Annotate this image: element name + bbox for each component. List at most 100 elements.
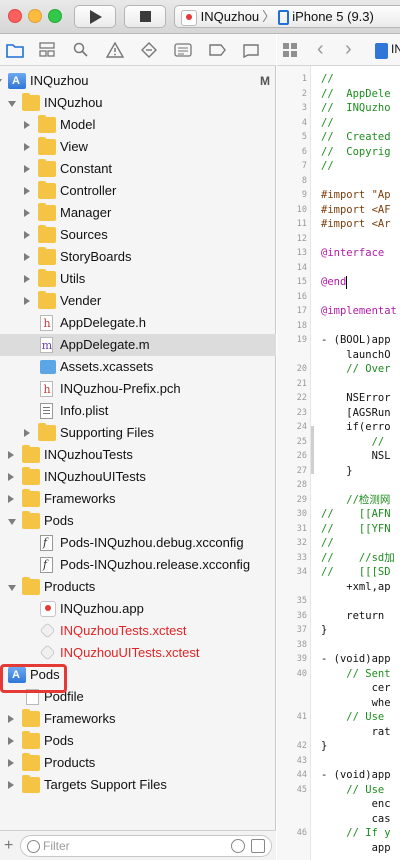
code-line[interactable]: 14 — [277, 261, 400, 275]
tree-item-info-plist[interactable]: Info.plist — [0, 400, 276, 422]
code-line[interactable]: 42} — [277, 739, 400, 753]
debug-gauge-icon[interactable] — [174, 42, 192, 58]
code-line[interactable]: 32 // — [277, 536, 400, 550]
code-line[interactable]: 4 // — [277, 116, 400, 130]
code-line[interactable]: cer — [277, 681, 400, 695]
code-line[interactable]: 12 — [277, 232, 400, 246]
tree-item-supporting-files[interactable]: Supporting Files — [0, 422, 276, 444]
code-line[interactable]: 21 — [277, 377, 400, 391]
tree-item-manager[interactable]: Manager — [0, 202, 276, 224]
device-name[interactable]: iPhone 5 (9.3) — [292, 9, 374, 24]
tree-item-controller[interactable]: Controller — [0, 180, 276, 202]
scheme-name[interactable]: INQuzhou — [201, 9, 260, 24]
code-line[interactable]: 8 — [277, 174, 400, 188]
tree-item-view[interactable]: View — [0, 136, 276, 158]
code-line[interactable]: 23 [AGSRun — [277, 406, 400, 420]
code-line[interactable]: 18 — [277, 319, 400, 333]
code-line[interactable]: 7 // — [277, 159, 400, 173]
code-line[interactable]: 16 — [277, 290, 400, 304]
tree-item-constant[interactable]: Constant — [0, 158, 276, 180]
code-line[interactable]: 13 @interface — [277, 246, 400, 260]
code-line[interactable]: 29 //检测网 — [277, 493, 400, 507]
disclosure-triangle-icon[interactable] — [8, 737, 14, 745]
code-line[interactable]: 11 #import <Ar — [277, 217, 400, 231]
code-line[interactable]: enc — [277, 797, 400, 811]
code-line[interactable]: whe — [277, 696, 400, 710]
disclosure-triangle-icon[interactable] — [24, 187, 30, 195]
report-icon[interactable] — [242, 42, 260, 59]
code-line[interactable]: 30 // [[AFN — [277, 507, 400, 521]
code-line[interactable]: 35 — [277, 594, 400, 608]
code-line[interactable]: 9 #import "Ap — [277, 188, 400, 202]
disclosure-triangle-icon[interactable] — [24, 143, 30, 151]
tree-item-uitests-xctest[interactable]: INQuzhouUITests.xctest — [0, 642, 276, 664]
search-icon[interactable] — [72, 42, 90, 58]
zoom-window-button[interactable] — [48, 9, 62, 23]
tree-item-targets-support-files[interactable]: Targets Support Files — [0, 774, 276, 796]
disclosure-triangle-icon[interactable] — [8, 759, 14, 767]
disclosure-triangle-icon[interactable] — [8, 495, 14, 503]
code-line[interactable]: 37} — [277, 623, 400, 637]
tree-item-inquzhoutests[interactable]: INQuzhouTests — [0, 444, 276, 466]
tree-item-pods-group[interactable]: Pods — [0, 510, 276, 532]
code-line[interactable]: launchO — [277, 348, 400, 362]
tree-item-pods-frameworks[interactable]: Frameworks — [0, 708, 276, 730]
related-items-icon[interactable] — [283, 43, 297, 57]
folder-icon[interactable] — [6, 42, 24, 58]
disclosure-triangle-icon[interactable] — [24, 275, 30, 283]
code-line[interactable]: 46 // If y — [277, 826, 400, 840]
disclosure-triangle-icon[interactable] — [8, 585, 16, 591]
code-line[interactable]: 15 @end — [277, 275, 400, 289]
jump-bar-path[interactable]: IN — [391, 42, 400, 56]
code-line[interactable]: 1 // — [277, 72, 400, 86]
minimize-window-button[interactable] — [28, 9, 42, 23]
tree-item-utils[interactable]: Utils — [0, 268, 276, 290]
disclosure-triangle-icon[interactable] — [8, 781, 14, 789]
code-line[interactable]: 24 if(erro — [277, 420, 400, 434]
disclosure-triangle-icon[interactable] — [24, 165, 30, 173]
disclosure-triangle-icon[interactable] — [24, 429, 30, 437]
code-line[interactable]: 33 // //sd加 — [277, 551, 400, 565]
code-line[interactable]: 5 // Created — [277, 130, 400, 144]
stop-button[interactable] — [124, 5, 166, 28]
code-line[interactable]: 2 // AppDele — [277, 87, 400, 101]
tree-item-model[interactable]: Model — [0, 114, 276, 136]
code-line[interactable]: 43 — [277, 754, 400, 768]
tree-item-vender[interactable]: Vender — [0, 290, 276, 312]
tree-item-sources[interactable]: Sources — [0, 224, 276, 246]
disclosure-triangle-icon[interactable] — [8, 101, 16, 107]
filter-input[interactable] — [43, 838, 223, 854]
code-line[interactable]: 39 - (void)app — [277, 652, 400, 666]
filter-field[interactable] — [20, 835, 272, 857]
code-line[interactable]: 40 // Sent — [277, 667, 400, 681]
code-line[interactable]: app — [277, 841, 400, 855]
code-line[interactable]: rat — [277, 725, 400, 739]
disclosure-triangle-icon[interactable] — [8, 451, 14, 459]
warning-icon[interactable] — [105, 41, 125, 58]
recent-files-icon[interactable] — [231, 839, 245, 853]
test-diamond-icon[interactable] — [140, 42, 158, 58]
code-line[interactable]: 25 // — [277, 435, 400, 449]
tree-item-inquzhou-group[interactable]: INQuzhou — [0, 92, 276, 114]
tree-item-pods-products[interactable]: Products — [0, 752, 276, 774]
scheme-selector[interactable]: INQuzhou 〉 iPhone 5 (9.3) — [174, 5, 400, 28]
code-line[interactable]: 22 NSError — [277, 391, 400, 405]
tree-item-tests-xctest[interactable]: INQuzhouTests.xctest — [0, 620, 276, 642]
disclosure-triangle-icon[interactable] — [0, 79, 2, 85]
tree-item-app-product[interactable]: INQuzhou.app — [0, 598, 276, 620]
code-line[interactable]: 19 - (BOOL)app — [277, 333, 400, 347]
code-line[interactable]: 3 // INQuzho — [277, 101, 400, 115]
disclosure-triangle-icon[interactable] — [24, 209, 30, 217]
code-line[interactable]: 6 // Copyrig — [277, 145, 400, 159]
code-text-area[interactable]: 1 // 2 // AppDele 3 // INQuzho 4 // 5 // Created 6… — [277, 66, 400, 860]
disclosure-triangle-icon[interactable] — [24, 231, 30, 239]
disclosure-triangle-icon[interactable] — [8, 519, 16, 525]
disclosure-triangle-icon[interactable] — [8, 715, 14, 723]
code-line[interactable]: 28 — [277, 478, 400, 492]
tree-item-assets[interactable]: Assets.xcassets — [0, 356, 276, 378]
tree-item-pods-pods[interactable]: Pods — [0, 730, 276, 752]
tree-item-release-xcconfig[interactable]: Pods-INQuzhou.release.xcconfig — [0, 554, 276, 576]
disclosure-triangle-icon[interactable] — [24, 297, 30, 305]
code-line[interactable]: 26 NSL — [277, 449, 400, 463]
code-line[interactable]: 20 // Over — [277, 362, 400, 376]
